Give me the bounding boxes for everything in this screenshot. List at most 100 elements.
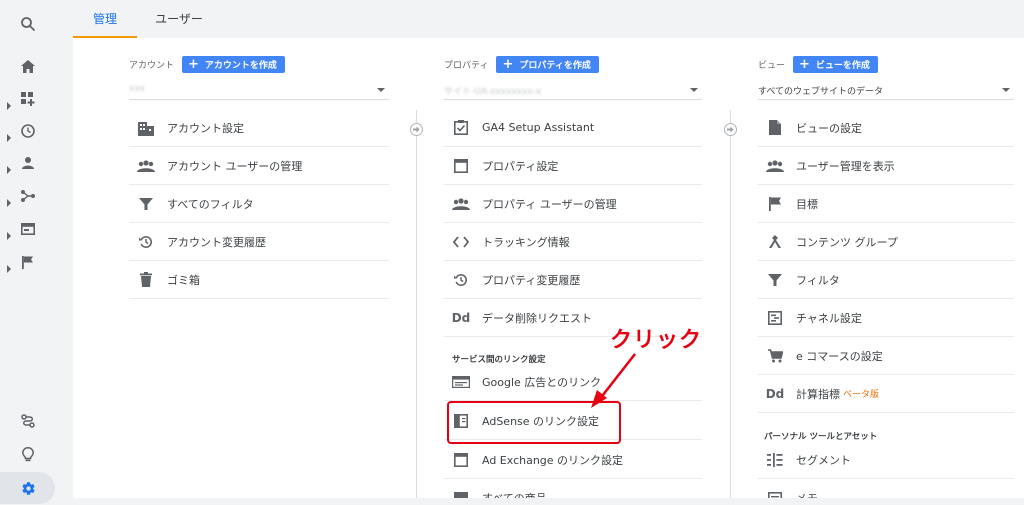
view-item-segments[interactable]: セグメント: [758, 441, 1014, 479]
lightbulb-icon[interactable]: [12, 440, 44, 468]
filter-icon: [137, 195, 155, 213]
left-nav-rail: [0, 0, 55, 505]
cart-icon: [766, 347, 784, 365]
view-item-content-grouping[interactable]: コンテンツ グループ: [758, 223, 1014, 261]
account-label: アカウント: [129, 60, 175, 71]
realtime-clock-icon[interactable]: [12, 117, 44, 145]
account-item-settings[interactable]: アカウント設定: [129, 109, 389, 147]
products-icon: [452, 490, 470, 498]
column-divider: [416, 110, 417, 498]
view-item-calculated-metrics[interactable]: Dd 計算指標 ベータ版: [758, 375, 1014, 413]
view-item-user-management[interactable]: ユーザー管理を表示: [758, 147, 1014, 185]
property-item-label: すべての商品: [482, 490, 547, 498]
dd-icon: Dd: [765, 386, 785, 401]
people-icon: [766, 157, 784, 175]
view-item-goals[interactable]: 目標: [758, 185, 1014, 223]
account-item-trash[interactable]: ゴミ箱: [129, 261, 389, 299]
view-item-filters[interactable]: フィルタ: [758, 261, 1014, 299]
filter-icon: [766, 271, 784, 289]
view-item-channel-settings[interactable]: チャネル設定: [758, 299, 1014, 337]
search-icon[interactable]: [12, 10, 44, 38]
property-item-label: Google 広告とのリンク: [482, 375, 602, 389]
trash-icon: [137, 271, 155, 289]
segment-icon: [766, 451, 784, 469]
plus-icon: +: [502, 56, 514, 72]
account-item-label: アカウント ユーザーの管理: [167, 159, 303, 173]
create-account-label: アカウントを作成: [204, 60, 277, 71]
property-column-header: プロパティ + プロパティを作成: [444, 55, 599, 73]
column-divider: [730, 110, 731, 498]
people-icon: [137, 157, 155, 175]
history-icon: [137, 233, 155, 251]
property-item-change-history[interactable]: プロパティ変更履歴: [444, 261, 702, 299]
arrow-right-circle-icon: [410, 123, 423, 136]
account-item-user-management[interactable]: アカウント ユーザーの管理: [129, 147, 389, 185]
account-item-change-history[interactable]: アカウント変更履歴: [129, 223, 389, 261]
view-item-label: ビューの設定: [796, 121, 862, 135]
view-item-label: ユーザー管理を表示: [796, 159, 895, 173]
dropdown-arrow-icon: [1002, 88, 1010, 92]
view-item-label: メモ: [796, 490, 818, 498]
account-item-label: アカウント設定: [167, 121, 244, 135]
audience-person-icon[interactable]: [12, 149, 44, 177]
property-item-label: GA4 Setup Assistant: [482, 121, 595, 134]
home-icon[interactable]: [12, 52, 44, 80]
attribution-icon[interactable]: [12, 407, 44, 435]
conversions-flag-icon[interactable]: [12, 248, 44, 276]
annotation-arrow-icon: [591, 353, 636, 408]
tab-admin[interactable]: 管理: [73, 0, 137, 38]
google-ads-icon: [452, 373, 470, 391]
property-item-ad-exchange-link[interactable]: Ad Exchange のリンク設定: [444, 441, 702, 479]
checkbox-icon: [452, 119, 470, 137]
account-selector[interactable]: xxx: [129, 80, 389, 100]
create-view-button[interactable]: + ビューを作成: [793, 55, 878, 73]
plus-icon: +: [188, 56, 199, 72]
view-selector[interactable]: すべてのウェブサイトのデータ: [758, 80, 1014, 100]
document-icon: [766, 119, 784, 137]
view-item-ecommerce-settings[interactable]: e コマースの設定: [758, 337, 1014, 375]
property-item-ga4-setup[interactable]: GA4 Setup Assistant: [444, 109, 702, 147]
account-item-label: すべてのフィルタ: [167, 197, 254, 211]
admin-tabbar: 管理 ユーザー: [73, 0, 1024, 38]
account-column-header: アカウント + アカウントを作成: [129, 55, 285, 73]
customization-icon[interactable]: [12, 85, 44, 113]
view-selector-value: すべてのウェブサイトのデータ: [758, 87, 884, 97]
view-item-notes[interactable]: メモ: [758, 480, 1014, 498]
property-item-label: トラッキング情報: [482, 235, 570, 249]
window-icon: [452, 157, 470, 175]
code-icon: [452, 233, 470, 251]
arrow-right-circle-icon: [724, 123, 737, 136]
property-item-label: プロパティ ユーザーの管理: [482, 197, 617, 211]
property-item-settings[interactable]: プロパティ設定: [444, 147, 702, 185]
property-selector[interactable]: サイト-UA-xxxxxxxx-x: [444, 80, 702, 100]
property-item-all-products[interactable]: すべての商品: [444, 480, 702, 498]
view-item-settings[interactable]: ビューの設定: [758, 109, 1014, 147]
gear-icon[interactable]: [12, 474, 44, 502]
property-item-tracking-info[interactable]: トラッキング情報: [444, 223, 702, 261]
property-label: プロパティ: [444, 60, 489, 71]
create-property-button[interactable]: + プロパティを作成: [496, 55, 599, 73]
property-selector-value: サイト-UA-xxxxxxxx-x: [444, 87, 542, 97]
building-icon: [137, 119, 155, 137]
view-item-label: 計算指標: [796, 387, 840, 401]
acquisition-icon[interactable]: [12, 182, 44, 210]
account-selector-value: xxx: [129, 84, 145, 94]
view-item-label: e コマースの設定: [796, 349, 883, 363]
create-property-label: プロパティを作成: [519, 60, 591, 71]
account-item-label: アカウント変更履歴: [167, 235, 266, 249]
dropdown-arrow-icon: [690, 88, 698, 92]
view-label: ビュー: [758, 60, 786, 71]
note-icon: [766, 490, 784, 498]
property-item-label: プロパティ変更履歴: [482, 273, 581, 287]
property-item-google-ads-link[interactable]: Google 広告とのリンク: [444, 363, 702, 401]
behavior-icon[interactable]: [12, 215, 44, 243]
tab-users[interactable]: ユーザー: [141, 0, 217, 38]
tool-icon: [766, 233, 784, 251]
window-icon: [452, 451, 470, 469]
beta-badge: ベータ版: [843, 390, 880, 400]
dd-icon: Dd: [451, 310, 471, 325]
create-account-button[interactable]: + アカウントを作成: [182, 55, 285, 73]
account-item-all-filters[interactable]: すべてのフィルタ: [129, 185, 389, 223]
property-item-user-management[interactable]: プロパティ ユーザーの管理: [444, 185, 702, 223]
create-view-label: ビューを作成: [815, 60, 870, 71]
